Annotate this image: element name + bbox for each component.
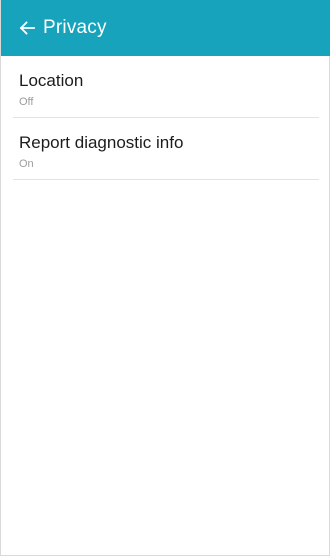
arrow-left-icon	[19, 21, 35, 35]
privacy-settings-list: Location Off Report diagnostic info On	[1, 56, 330, 180]
app-bar: Privacy	[1, 0, 330, 56]
report-diagnostic-info-status: On	[19, 158, 34, 170]
report-diagnostic-info-setting[interactable]: Report diagnostic info On	[1, 118, 330, 180]
privacy-screen: Privacy Location Off Report diagnostic i…	[0, 0, 330, 556]
report-diagnostic-info-title: Report diagnostic info	[19, 133, 184, 152]
location-title: Location	[19, 71, 84, 90]
page-title: Privacy	[43, 17, 107, 38]
location-setting[interactable]: Location Off	[1, 56, 330, 118]
location-status: Off	[19, 96, 34, 108]
divider	[13, 179, 319, 180]
